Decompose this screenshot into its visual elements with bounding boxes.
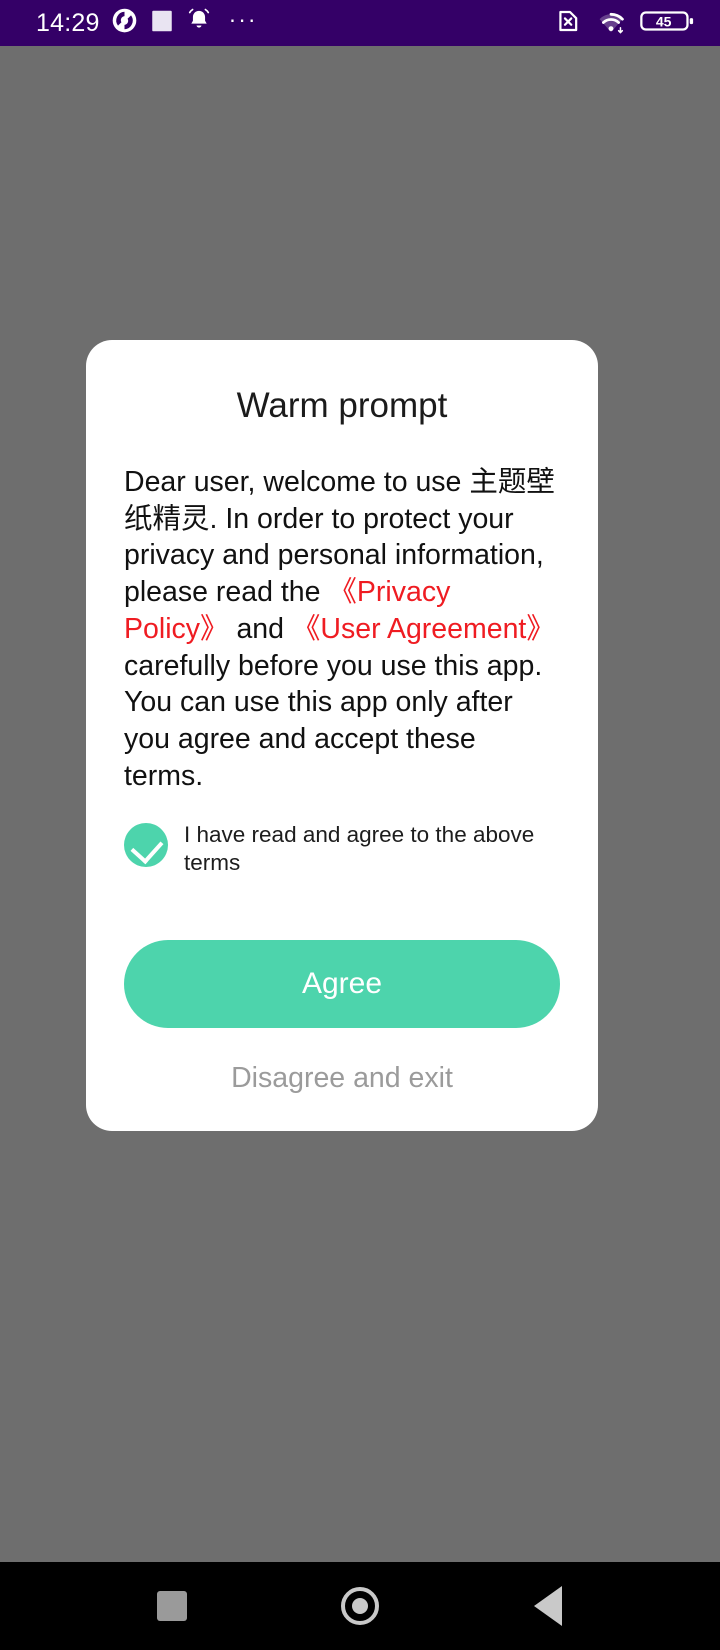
status-bar-right: 45 [554, 7, 694, 40]
agree-terms-checkbox-row[interactable]: I have read and agree to the above terms [86, 795, 598, 879]
battery-icon: 45 [640, 7, 694, 40]
user-agreement-link[interactable]: 《User Agreement》 [292, 613, 555, 645]
agree-button[interactable]: Agree [124, 940, 560, 1029]
no-sim-icon [554, 7, 582, 40]
message-conjunction: and [228, 612, 292, 645]
nav-recents-button[interactable] [142, 1576, 202, 1636]
android-navigation-bar [0, 1562, 720, 1650]
svg-text:45: 45 [656, 13, 672, 29]
status-bar-left: 14:29 ··· [36, 7, 258, 39]
circle-home-icon [341, 1587, 379, 1625]
dialog-scrim: Warm prompt Dear user, welcome to use 主题… [0, 46, 720, 1562]
wifi-icon [596, 7, 626, 40]
triangle-back-icon [534, 1586, 562, 1626]
square-recents-icon [157, 1591, 187, 1621]
dialog-title: Warm prompt [236, 386, 448, 425]
status-overflow-dots-icon: ··· [228, 5, 258, 32]
square-icon [149, 8, 175, 39]
message-part-2: carefully before you use this app. You c… [124, 649, 543, 792]
disagree-and-exit-button[interactable]: Disagree and exit [86, 1028, 598, 1131]
warm-prompt-dialog: Warm prompt Dear user, welcome to use 主题… [86, 340, 598, 1132]
nav-back-button[interactable] [518, 1576, 578, 1636]
status-bar[interactable]: 14:29 ··· 45 [0, 0, 720, 46]
agree-terms-label: I have read and agree to the above terms [184, 821, 535, 876]
status-bar-clock: 14:29 [36, 8, 100, 37]
bell-icon [186, 8, 212, 39]
nav-home-button[interactable] [330, 1576, 390, 1636]
checkmark-icon[interactable] [124, 822, 168, 867]
dialog-message: Dear user, welcome to use 主题壁纸精灵. In ord… [86, 442, 598, 795]
app-circle-icon [111, 7, 138, 39]
